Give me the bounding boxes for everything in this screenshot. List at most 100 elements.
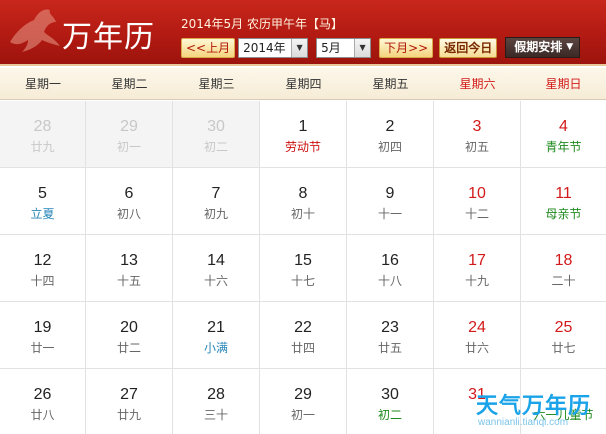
weekday-label: 星期三 [198,77,235,91]
calendar-day-cell[interactable]: 16 十八 [347,235,434,302]
day-number: 6 [124,185,134,202]
calendar-day-cell[interactable]: 10 十二 [434,168,521,235]
day-number: 9 [385,185,395,202]
calendar-day-cell[interactable]: 3 初五 [434,101,521,168]
lunar-date-label: 廿七 [551,341,576,355]
next-month-button[interactable]: 下月>> [379,37,434,58]
back-to-today-button[interactable]: 返回今日 [439,37,498,58]
calendar-day-cell[interactable]: 28 廿九 [0,101,86,168]
calendar-day-cell[interactable]: 18 二十 [521,235,606,302]
lunar-date-label: 十一 [377,207,402,221]
calendar-day-cell[interactable]: 4 青年节 [521,101,606,168]
weekday-header: 星期一 星期二 星期三 星期四 星期五 星期六 星期日 [0,68,606,100]
lunar-date-label: 初五 [464,140,489,154]
calendar-week-row: 19 廿一 20 廿二 21 小满 22 廿四 23 廿五 24 廿六 25 廿七 [0,302,606,369]
day-number: 29 [294,386,312,403]
day-number: 20 [120,319,138,336]
day-number: 14 [207,252,225,269]
lunar-date-label: 廿六 [464,341,489,355]
month-select[interactable]: 5月 ▼ [316,37,372,58]
calendar-day-cell[interactable]: 24 廿六 [434,302,521,369]
holiday-schedule-button[interactable]: 假期安排 ▼ [505,37,581,58]
calendar-day-cell[interactable]: 26 廿八 [0,369,86,434]
calendar-day-cell[interactable]: 29 初一 [260,369,347,434]
calendar-day-cell[interactable]: 8 初十 [260,168,347,235]
day-number: 10 [468,185,486,202]
calendar-day-cell[interactable]: 19 廿一 [0,302,86,369]
calendar-week-row: 12 十四 13 十五 14 十六 15 十七 16 十八 17 十九 18 二十 [0,235,606,302]
lunar-date-label: 廿八 [30,408,55,422]
day-number: 29 [120,118,138,135]
day-number: 27 [120,386,138,403]
month-select-value: 5月 [321,41,341,55]
horse-logo-icon [10,9,60,52]
lunar-date-label: 十八 [377,274,402,288]
day-number: 12 [33,252,52,269]
calendar-day-cell[interactable]: 20 廿二 [86,302,173,369]
lunar-date-label: 小满 [203,341,228,355]
day-number: 2 [385,118,395,135]
day-number: 19 [33,319,52,336]
calendar-week-row: 5 立夏 6 初八 7 初九 8 初十 9 十一 10 十二 11 母亲节 [0,168,606,235]
lunar-date-label: 初八 [116,207,141,221]
calendar-day-cell[interactable]: 13 十五 [86,235,173,302]
watermark-url: wannianli.tianqi.com [478,417,569,428]
calendar-day-cell[interactable]: 30 初二 [347,369,434,434]
year-select[interactable]: 2014年 ▼ [238,37,309,58]
chevron-down-icon[interactable]: ▼ [291,38,308,57]
calendar-day-cell[interactable]: 23 廿五 [347,302,434,369]
day-number: 15 [294,252,312,269]
lunar-date-label: 廿五 [377,341,402,355]
calendar-day-cell[interactable]: 14 十六 [173,235,260,302]
calendar-day-cell[interactable]: 22 廿四 [260,302,347,369]
lunar-date-label: 十四 [30,274,55,288]
calendar-day-cell[interactable]: 21 小满 [173,302,260,369]
day-number: 18 [554,252,573,269]
lunar-year-info: 2014年5月 农历甲午年【马】 [181,17,343,31]
lunar-date-label: 初十 [290,207,315,221]
calendar-day-cell[interactable]: 15 十七 [260,235,347,302]
calendar-day-cell[interactable]: 12 十四 [0,235,86,302]
day-number: 13 [120,252,138,269]
prev-month-button[interactable]: <<上月 [181,37,236,58]
day-number: 30 [207,118,225,135]
day-number: 26 [33,386,52,403]
day-number: 28 [33,118,52,135]
weekday-label: 星期四 [285,77,322,91]
calendar-day-cell[interactable]: 25 廿七 [521,302,606,369]
day-number: 8 [298,185,308,202]
calendar-day-cell[interactable]: 11 母亲节 [521,168,606,235]
calendar-day-cell[interactable]: 6 初八 [86,168,173,235]
day-number: 16 [381,252,399,269]
lunar-date-label: 初一 [116,140,141,154]
lunar-date-label: 母亲节 [545,207,582,221]
lunar-date-label: 十九 [464,274,489,288]
lunar-date-label: 十七 [290,274,315,288]
calendar-day-cell[interactable]: 9 十一 [347,168,434,235]
day-number: 11 [555,185,572,202]
calendar-day-cell[interactable]: 1 劳动节 [260,101,347,168]
lunar-date-label: 廿四 [290,341,315,355]
calendar-day-cell[interactable]: 29 初一 [86,101,173,168]
calendar-day-cell[interactable]: 17 十九 [434,235,521,302]
calendar-day-cell[interactable]: 7 初九 [173,168,260,235]
calendar-day-cell[interactable]: 2 初四 [347,101,434,168]
lunar-date-label: 十六 [203,274,228,288]
calendar-day-cell[interactable]: 28 三十 [173,369,260,434]
calendar-controls: <<上月 2014年 ▼ 5月 ▼ 下月>> 返回今日 假期安排 ▼ [181,37,581,58]
calendar-day-cell[interactable]: 27 廿九 [86,369,173,434]
weekday-label: 星期六 [459,77,496,91]
chevron-down-icon[interactable]: ▼ [354,38,371,57]
day-number: 24 [468,319,486,336]
day-number: 28 [207,386,225,403]
day-number: 25 [554,319,573,336]
weekday-label: 星期二 [111,77,148,91]
calendar-week-row: 28 廿九 29 初一 30 初二 1 劳动节 2 初四 3 初五 4 青年节 [0,101,606,168]
watermark-title: 天气万年历 [476,394,592,419]
lunar-date-label: 十五 [116,274,141,288]
calendar-day-cell[interactable]: 30 初二 [173,101,260,168]
weekday-label: 星期五 [372,77,409,91]
day-number: 22 [294,319,312,336]
calendar-day-cell[interactable]: 5 立夏 [0,168,86,235]
year-select-value: 2014年 [243,41,286,55]
